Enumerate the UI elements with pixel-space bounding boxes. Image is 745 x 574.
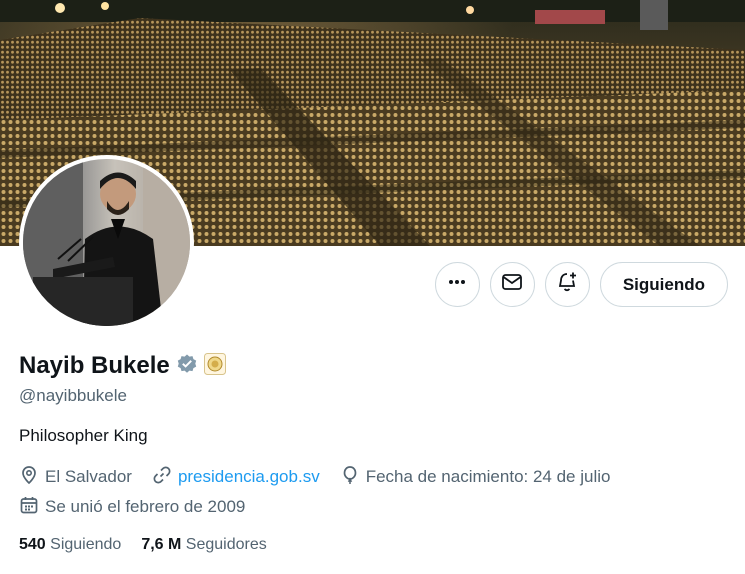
verified-badge-icon[interactable] bbox=[176, 353, 198, 380]
following-button[interactable]: Siguiendo bbox=[599, 262, 728, 307]
location-item: El Salvador bbox=[19, 464, 132, 490]
government-seal-icon[interactable] bbox=[203, 352, 226, 380]
followers-label: Seguidores bbox=[185, 536, 267, 553]
follow-counts: 540 Siguiendo 7,6 M Seguidores bbox=[19, 536, 729, 554]
more-button[interactable] bbox=[434, 262, 480, 307]
joined-text: Se unió el febrero de 2009 bbox=[45, 497, 246, 516]
profile-avatar[interactable] bbox=[19, 155, 194, 330]
followers-count-link[interactable]: 7,6 M Seguidores bbox=[141, 536, 266, 554]
followers-count: 7,6 M bbox=[141, 536, 182, 553]
joined-item: Se unió el febrero de 2009 bbox=[19, 494, 245, 520]
balloon-icon bbox=[340, 465, 360, 490]
birthday-item: Fecha de nacimiento: 24 de julio bbox=[340, 464, 611, 490]
name-row: Nayib Bukele bbox=[19, 350, 729, 382]
link-icon bbox=[152, 465, 172, 490]
profile-meta: El Salvador presidencia.gob.sv Fecha de … bbox=[19, 464, 699, 520]
profile-actions: Siguiendo bbox=[434, 262, 728, 307]
more-horizontal-icon bbox=[447, 272, 467, 297]
envelope-icon bbox=[501, 271, 523, 298]
username-handle: @nayibbukele bbox=[19, 386, 127, 405]
website-link[interactable]: presidencia.gob.sv bbox=[178, 467, 320, 487]
following-count: 540 bbox=[19, 536, 46, 553]
following-label: Siguiendo bbox=[50, 536, 122, 553]
following-count-link[interactable]: 540 Siguiendo bbox=[19, 536, 121, 554]
notifications-button[interactable] bbox=[544, 262, 590, 307]
website-item[interactable]: presidencia.gob.sv bbox=[152, 464, 320, 490]
calendar-icon bbox=[19, 495, 39, 520]
message-button[interactable] bbox=[489, 262, 535, 307]
profile-bio: Philosopher King bbox=[19, 426, 148, 445]
profile-info: Nayib Bukele @nayibbukele Philosopher Ki… bbox=[19, 350, 729, 554]
location-pin-icon bbox=[19, 465, 39, 490]
location-text: El Salvador bbox=[45, 467, 132, 486]
birthday-text: Fecha de nacimiento: 24 de julio bbox=[365, 467, 611, 486]
bell-plus-icon bbox=[556, 271, 578, 298]
display-name: Nayib Bukele bbox=[19, 352, 170, 379]
